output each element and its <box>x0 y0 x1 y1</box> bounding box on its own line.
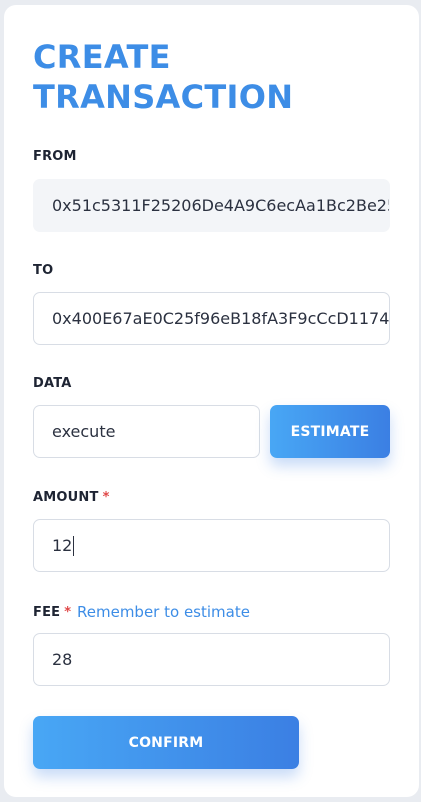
page-title: CREATE TRANSACTION <box>33 38 294 116</box>
amount-required-mark: * <box>102 490 110 505</box>
to-label: TO <box>33 263 54 278</box>
amount-field[interactable]: 12 <box>33 519 390 572</box>
fee-estimate-hint: Remember to estimate <box>77 603 250 621</box>
fee-field[interactable]: 28 <box>33 633 390 686</box>
fee-value: 28 <box>52 650 73 669</box>
to-field[interactable]: 0x400E67aE0C25f96eB18fA3F9cCcD1174b1 <box>33 292 390 345</box>
data-label: DATA <box>33 376 72 391</box>
amount-label: AMOUNT * <box>33 490 110 505</box>
fee-label: FEE * <box>33 605 71 620</box>
transaction-card: CREATE TRANSACTION FROM 0x51c5311F25206D… <box>4 5 419 797</box>
text-caret <box>73 535 75 556</box>
amount-value: 12 <box>52 536 73 555</box>
data-field[interactable]: execute <box>33 405 260 458</box>
data-value: execute <box>52 422 116 441</box>
from-value: 0x51c5311F25206De4A9C6ecAa1Bc2Be257B <box>52 196 390 215</box>
from-label: FROM <box>33 149 77 164</box>
amount-label-text: AMOUNT <box>33 490 99 505</box>
from-field[interactable]: 0x51c5311F25206De4A9C6ecAa1Bc2Be257B <box>33 179 390 232</box>
estimate-button[interactable]: ESTIMATE <box>270 405 390 458</box>
fee-label-text: FEE <box>33 605 61 620</box>
confirm-button[interactable]: CONFIRM <box>33 716 299 769</box>
to-value: 0x400E67aE0C25f96eB18fA3F9cCcD1174b1 <box>52 309 390 328</box>
fee-required-mark: * <box>64 605 72 620</box>
